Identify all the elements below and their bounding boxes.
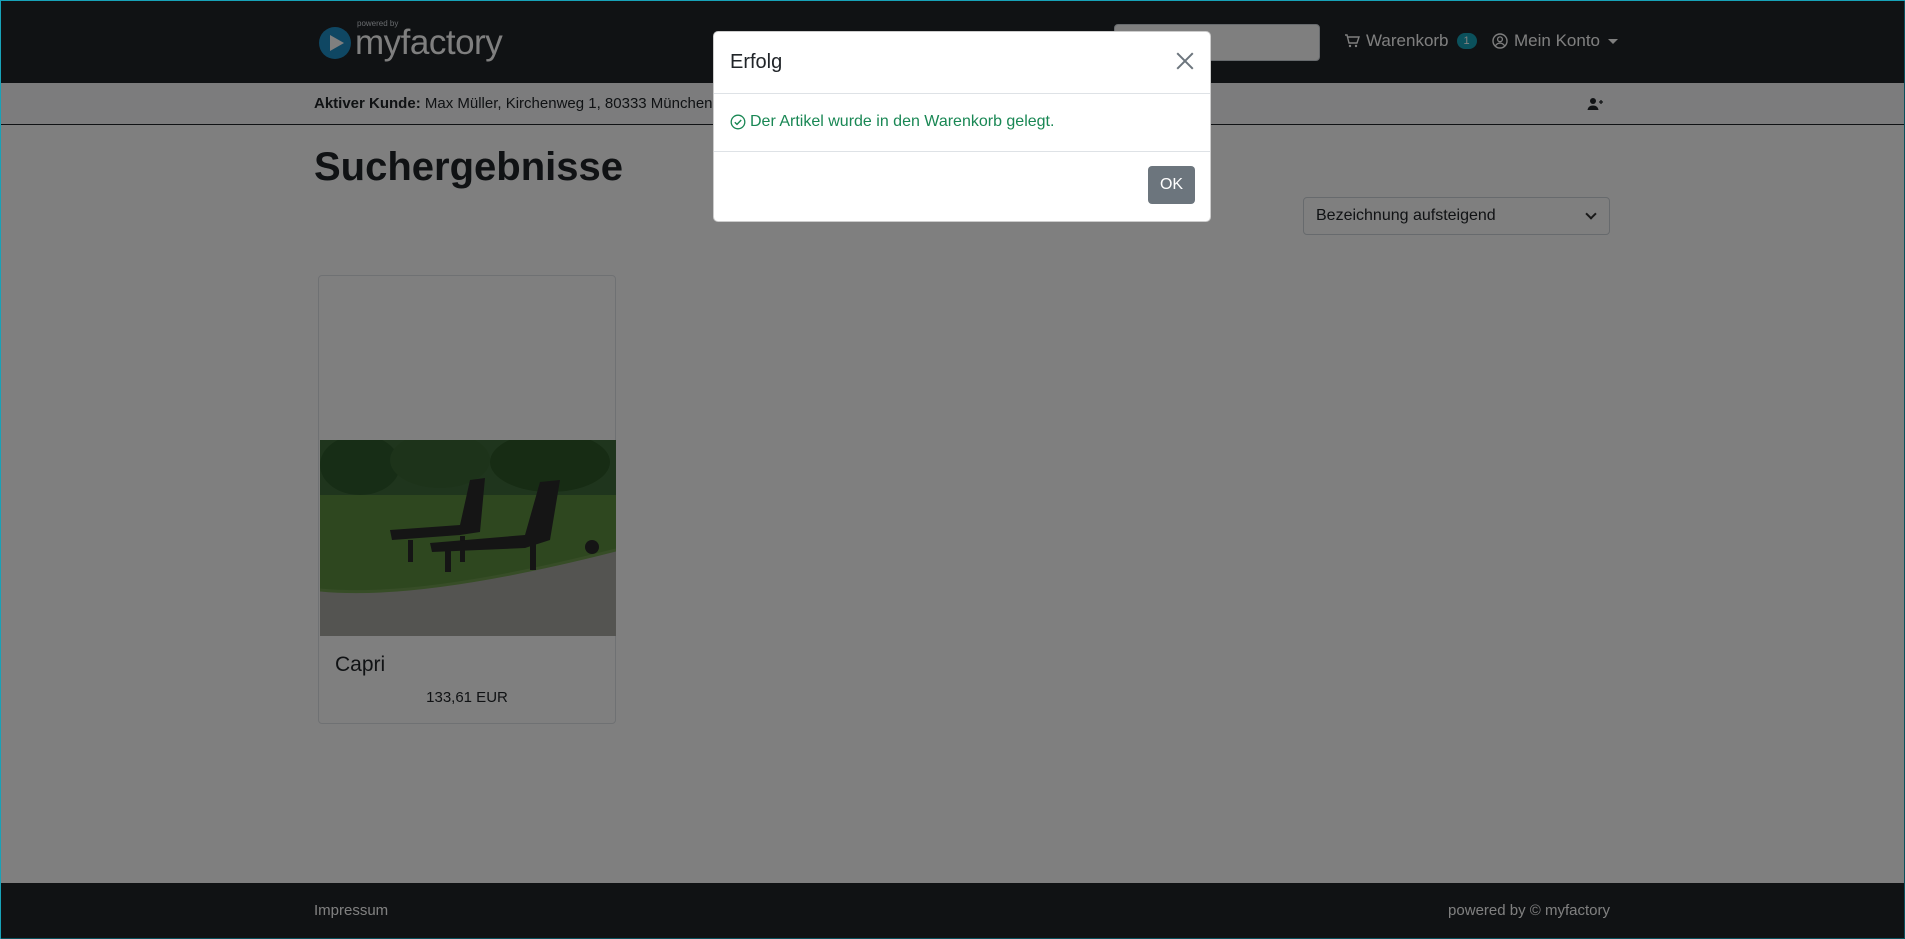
- ok-button[interactable]: OK: [1148, 166, 1195, 204]
- success-dialog: Erfolg Der Artikel wurde in den Warenkor…: [713, 31, 1211, 222]
- dialog-message: Der Artikel wurde in den Warenkorb geleg…: [750, 113, 1055, 130]
- check-circle-icon: [730, 114, 746, 130]
- dialog-title: Erfolg: [730, 51, 783, 73]
- close-icon[interactable]: [1174, 50, 1196, 72]
